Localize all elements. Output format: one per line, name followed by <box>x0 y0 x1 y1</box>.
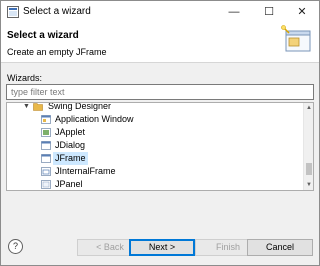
tree-item-label: JApplet <box>55 127 86 137</box>
tree-item-jdialog[interactable]: JDialog <box>7 139 304 152</box>
wizard-banner: Select a wizard Create an empty JFrame <box>1 23 319 63</box>
tree-item-label: JPanel <box>55 179 83 189</box>
banner-description: Create an empty JFrame <box>7 47 107 57</box>
class-icon <box>41 128 51 137</box>
folder-icon <box>33 103 43 111</box>
window-title: Select a wizard <box>23 6 91 17</box>
tree-item-jpanel[interactable]: JPanel <box>7 178 304 190</box>
tree-item-label: Application Window <box>55 114 134 124</box>
cancel-button[interactable]: Cancel <box>247 239 313 256</box>
next-button[interactable]: Next > <box>129 239 195 256</box>
filter-input[interactable] <box>6 84 314 100</box>
wizard-tree[interactable]: ▼ Swing Designer Application Window JApp… <box>6 102 314 191</box>
scroll-up-icon[interactable]: ▲ <box>304 103 313 113</box>
tree-item-japplet[interactable]: JApplet <box>7 126 304 139</box>
class-icon <box>41 115 51 124</box>
class-icon <box>41 180 51 189</box>
wizards-label: Wizards: <box>7 73 43 83</box>
tree-scrollbar[interactable]: ▲ ▼ <box>303 103 313 190</box>
tree-item-label: JInternalFrame <box>55 166 116 176</box>
tree-item-label: Swing Designer <box>48 102 112 111</box>
class-icon <box>41 141 51 150</box>
help-button[interactable]: ? <box>8 239 23 254</box>
class-icon <box>41 154 51 163</box>
minimize-button[interactable]: — <box>217 1 251 23</box>
wizard-banner-icon <box>281 25 311 52</box>
scroll-thumb[interactable] <box>306 163 312 175</box>
tree-item-jframe[interactable]: JFrame <box>7 152 304 165</box>
tree-item-jinternalframe[interactable]: JInternalFrame <box>7 165 304 178</box>
select-wizard-dialog: Select a wizard — ☐ ✕ Select a wizard Cr… <box>0 0 320 266</box>
close-button[interactable]: ✕ <box>285 1 319 23</box>
eclipse-app-icon <box>7 6 19 18</box>
class-icon <box>41 167 51 176</box>
chevron-down-icon[interactable]: ▼ <box>23 103 31 113</box>
title-bar: Select a wizard — ☐ ✕ <box>1 1 319 23</box>
tree-item-application-window[interactable]: Application Window <box>7 113 304 126</box>
scroll-down-icon[interactable]: ▼ <box>304 180 313 190</box>
maximize-button[interactable]: ☐ <box>252 1 286 23</box>
banner-title: Select a wizard <box>7 30 79 41</box>
tree-item-label: JDialog <box>55 140 86 150</box>
tree-item-swing-designer[interactable]: ▼ Swing Designer <box>7 102 304 113</box>
tree-item-label: JFrame <box>53 152 88 165</box>
